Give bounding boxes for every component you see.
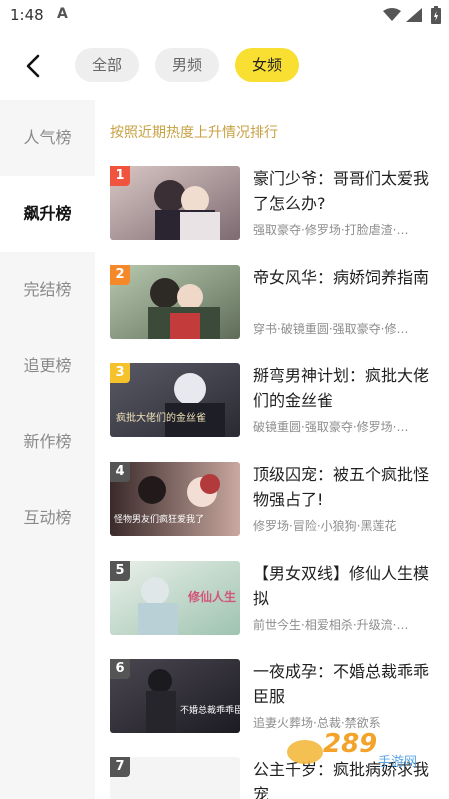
top-bar: 全部 男频 女频	[0, 40, 449, 92]
rank-badge: 6	[110, 659, 130, 679]
rank-badge: 7	[110, 757, 130, 777]
back-button[interactable]	[18, 50, 50, 82]
watermark-logo-text: 289	[323, 729, 377, 759]
ranking-list: 按照近期热度上升情况排行 1 豪门少爷：哥哥们太爱我了怎么办? 强取豪夺·修罗场…	[95, 100, 449, 799]
battery-icon	[431, 6, 441, 24]
book-item[interactable]: 修仙人生 5 【男女双线】修仙人生模拟 前世今生·相爱相杀·升级流·…	[110, 561, 444, 637]
book-item[interactable]: 2 帝女风华：病娇饲养指南 穿书·破镜重圆·强取豪夺·修…	[110, 265, 444, 341]
book-item[interactable]: 怪物男友们疯狂爱我了 4 顶级囚宠：被五个疯批怪物强占了! 修罗场·冒险·小狼狗…	[110, 462, 444, 538]
ranking-sidebar: 人气榜 飙升榜 完结榜 追更榜 新作榜 互动榜	[0, 100, 95, 799]
cover-title-text: 疯批大佬们的金丝雀	[116, 411, 206, 424]
cover-title-text: 怪物男友们疯狂爱我了	[114, 513, 204, 525]
sidebar-item-following[interactable]: 追更榜	[0, 328, 95, 404]
sidebar-item-rising[interactable]: 飙升榜	[0, 176, 95, 252]
book-title: 豪门少爷：哥哥们太爱我了怎么办?	[253, 169, 430, 213]
site-watermark: 289 手游网	[283, 722, 433, 772]
list-subtitle: 按照近期热度上升情况排行	[110, 125, 278, 141]
book-tags: 穿书·破镜重圆·强取豪夺·修…	[253, 322, 409, 336]
app-notification-icon: A	[57, 6, 68, 22]
status-bar: 1:48 A	[0, 0, 449, 32]
book-title: 【男女双线】修仙人生模拟	[253, 564, 430, 608]
book-tags: 修罗场·冒险·小狼狗·黑莲花	[253, 519, 397, 533]
tab-female[interactable]: 女频	[235, 48, 299, 82]
book-title: 顶级囚宠：被五个疯批怪物强占了!	[253, 465, 430, 509]
sidebar-item-completed[interactable]: 完结榜	[0, 252, 95, 328]
wifi-icon	[383, 8, 401, 21]
cover-title-text: 修仙人生	[187, 589, 236, 604]
book-tags: 破镜重圆·强取豪夺·修罗场·…	[253, 420, 409, 434]
signal-icon	[406, 8, 422, 22]
rank-badge: 5	[110, 561, 130, 581]
watermark-sub-text: 手游网	[378, 755, 417, 770]
tab-all[interactable]: 全部	[75, 48, 139, 82]
sidebar-item-new[interactable]: 新作榜	[0, 404, 95, 480]
book-item[interactable]: 疯批大佬们的金丝雀 3 掰弯男神计划：疯批大佬们的金丝雀 破镜重圆·强取豪夺·修…	[110, 363, 444, 439]
tab-male[interactable]: 男频	[155, 48, 219, 82]
status-time: 1:48	[10, 6, 44, 24]
sidebar-item-popular[interactable]: 人气榜	[0, 100, 95, 176]
book-item[interactable]: 1 豪门少爷：哥哥们太爱我了怎么办? 强取豪夺·修罗场·打脸虐渣·…	[110, 166, 444, 242]
book-title: 一夜成孕：不婚总裁乖乖臣服	[253, 662, 430, 706]
rank-badge: 4	[110, 462, 130, 482]
book-title: 掰弯男神计划：疯批大佬们的金丝雀	[253, 366, 430, 410]
book-tags: 前世今生·相爱相杀·升级流·…	[253, 618, 409, 632]
rank-badge: 1	[110, 166, 130, 186]
cover-title-text: 不婚总裁乖乖臣服	[180, 704, 240, 716]
chevron-left-icon	[26, 54, 40, 78]
book-tags: 强取豪夺·修罗场·打脸虐渣·…	[253, 223, 409, 237]
book-title: 帝女风华：病娇饲养指南	[253, 268, 430, 287]
sidebar-item-interactive[interactable]: 互动榜	[0, 480, 95, 556]
rank-badge: 3	[110, 363, 130, 383]
rank-badge: 2	[110, 265, 130, 285]
